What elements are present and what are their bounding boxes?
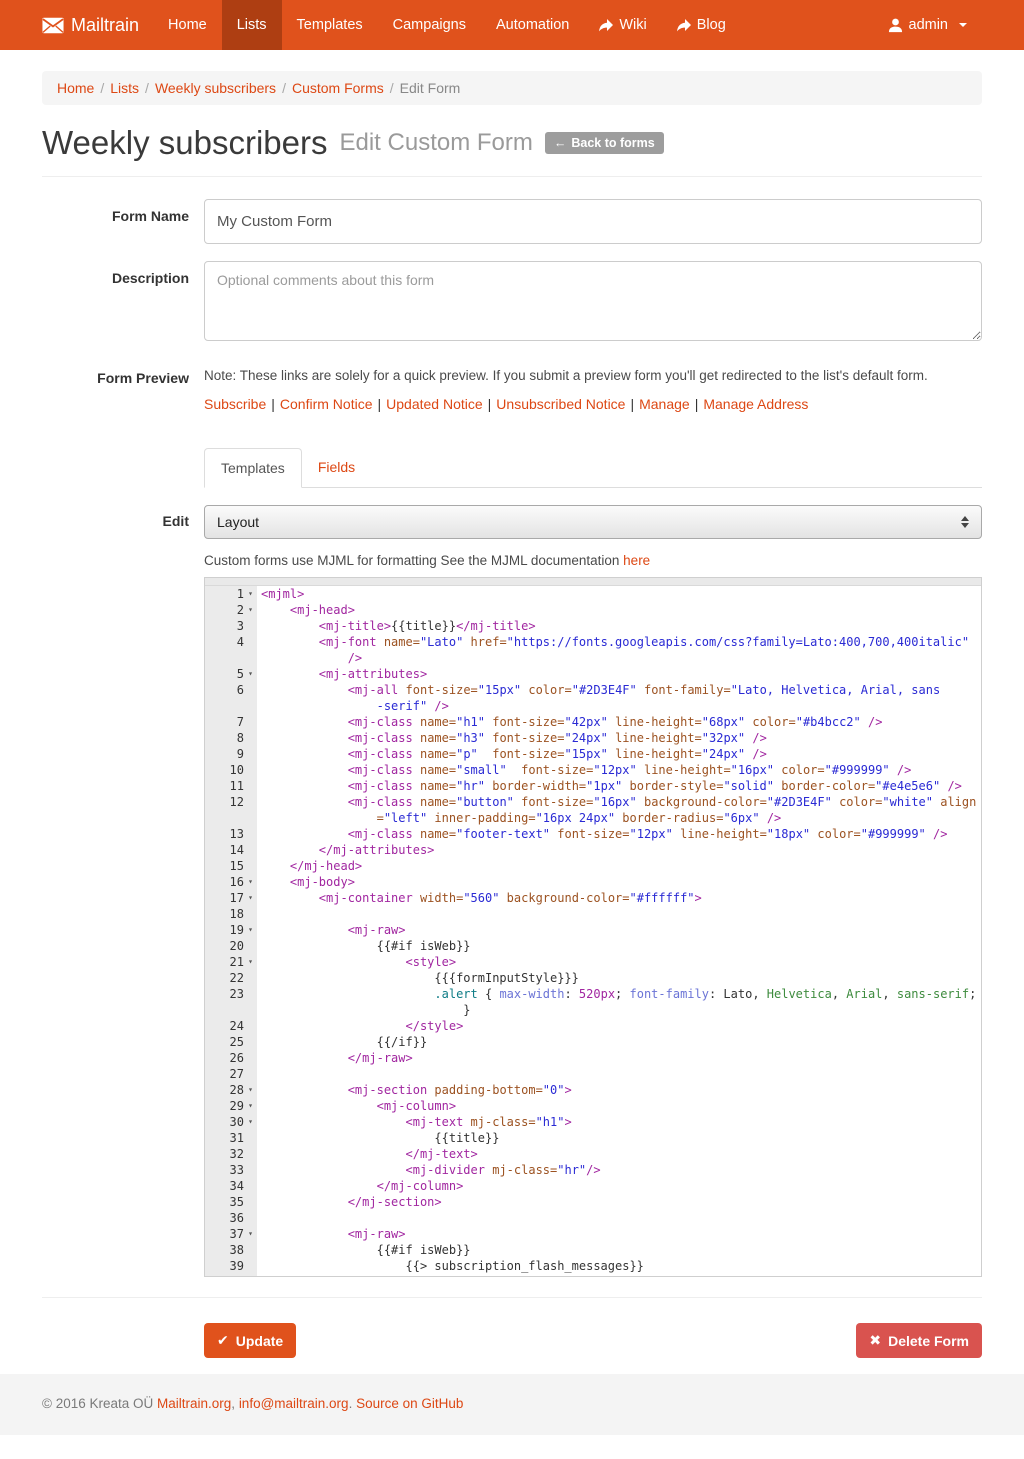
nav-item-lists[interactable]: Lists [222, 0, 282, 50]
breadcrumb-custom-forms[interactable]: Custom Forms [292, 80, 384, 96]
user-label: admin [909, 17, 949, 33]
breadcrumb-current: Edit Form [400, 80, 461, 96]
github-source-link[interactable]: Source on GitHub [356, 1396, 463, 1411]
share-icon [599, 19, 613, 32]
brand-label: Mailtrain [71, 15, 139, 36]
form-preview-label: Form Preview [42, 368, 204, 412]
envelope-icon [42, 17, 64, 34]
description-textarea[interactable] [204, 261, 982, 341]
tab-bar: Templates Fields [204, 448, 982, 488]
actions-divider [42, 1297, 982, 1298]
mjml-note: Custom forms use MJML for formatting See… [204, 553, 982, 568]
page-footer: © 2016 Kreata OÜ Mailtrain.org, info@mai… [0, 1374, 1024, 1435]
preview-link-unsubscribed-notice[interactable]: Unsubscribed Notice [496, 396, 625, 412]
nav-item-campaigns[interactable]: Campaigns [378, 0, 481, 50]
brand-logo[interactable]: Mailtrain [42, 0, 153, 50]
preview-note: Note: These links are solely for a quick… [204, 368, 982, 383]
delete-form-button[interactable]: ✖ Delete Form [856, 1323, 982, 1358]
preview-link-updated-notice[interactable]: Updated Notice [386, 396, 483, 412]
check-icon: ✔ [217, 1332, 229, 1349]
nav-item-home[interactable]: Home [153, 0, 222, 50]
mailtrain-org-link[interactable]: Mailtrain.org [157, 1396, 231, 1411]
breadcrumb-list-name[interactable]: Weekly subscribers [155, 80, 276, 96]
nav-item-blog[interactable]: Blog [662, 0, 741, 50]
x-icon: ✖ [869, 1332, 881, 1349]
chevron-down-icon [959, 23, 967, 27]
copyright-text: © 2016 Kreata OÜ [42, 1396, 157, 1411]
arrow-left-icon: ← [554, 136, 567, 150]
user-icon [888, 18, 903, 33]
preview-link-confirm-notice[interactable]: Confirm Notice [280, 396, 373, 412]
breadcrumb-lists[interactable]: Lists [110, 80, 139, 96]
update-button[interactable]: ✔ Update [204, 1323, 296, 1358]
user-menu[interactable]: admin [873, 0, 983, 50]
template-select[interactable]: Layout [204, 505, 982, 539]
top-navbar: Mailtrain Home Lists Templates Campaigns… [0, 0, 1024, 50]
back-to-forms-button[interactable]: ← Back to forms [545, 132, 664, 154]
mjml-docs-link[interactable]: here [623, 553, 650, 568]
nav-item-wiki[interactable]: Wiki [584, 0, 661, 50]
preview-link-subscribe[interactable]: Subscribe [204, 396, 266, 412]
breadcrumb-home[interactable]: Home [57, 80, 94, 96]
page-subtitle: Edit Custom Form [339, 129, 532, 157]
nav-item-templates[interactable]: Templates [282, 0, 378, 50]
form-name-label: Form Name [42, 199, 204, 244]
tab-templates[interactable]: Templates [204, 448, 302, 488]
preview-link-manage[interactable]: Manage [639, 396, 690, 412]
page-title: Weekly subscribers [42, 124, 327, 162]
header-divider [42, 176, 982, 177]
preview-link-manage-address[interactable]: Manage Address [703, 396, 808, 412]
code-editor-lines[interactable]: 1▾<mjml>2▾ <mj-head>3 <mj-title>{{title}… [205, 586, 981, 1276]
select-arrows-icon [961, 516, 969, 528]
edit-label: Edit [42, 505, 204, 1277]
form-name-input[interactable] [204, 199, 982, 244]
email-link[interactable]: info@mailtrain.org [239, 1396, 349, 1411]
nav-item-automation[interactable]: Automation [481, 0, 584, 50]
preview-links: Subscribe|Confirm Notice|Updated Notice|… [204, 396, 982, 412]
breadcrumb: Home/Lists/Weekly subscribers/Custom For… [42, 71, 982, 105]
share-icon [677, 19, 691, 32]
tab-fields[interactable]: Fields [302, 448, 371, 488]
code-editor[interactable]: 1▾<mjml>2▾ <mj-head>3 <mj-title>{{title}… [204, 577, 982, 1277]
description-label: Description [42, 261, 204, 344]
template-select-value: Layout [217, 514, 259, 530]
editor-scrollbar[interactable] [205, 578, 981, 586]
